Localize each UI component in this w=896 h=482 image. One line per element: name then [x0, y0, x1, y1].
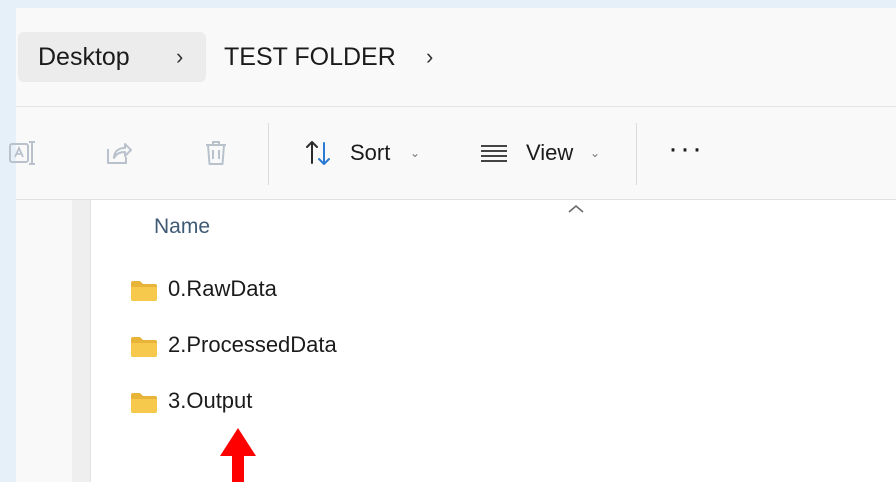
file-explorer-window: Desktop › TEST FOLDER › Sort ⌄ View ⌄ ··…	[9, 8, 896, 482]
name-column-header[interactable]: Name	[154, 215, 210, 239]
navigation-pane[interactable]	[16, 200, 72, 482]
navigation-pane-scrollbar[interactable]	[72, 200, 91, 482]
sort-button[interactable]: Sort	[350, 137, 390, 169]
list-item[interactable]: 2.ProcessedData	[126, 326, 526, 366]
command-bar: Sort ⌄ View ⌄ ···	[9, 107, 896, 200]
toolbar-divider	[268, 123, 269, 185]
sort-icon[interactable]	[302, 137, 334, 169]
toolbar-divider	[636, 123, 637, 185]
file-name: 3.Output	[168, 388, 253, 413]
breadcrumb-test-folder[interactable]: TEST FOLDER	[224, 32, 396, 82]
rename-icon[interactable]	[6, 137, 38, 169]
more-options-button[interactable]: ···	[668, 134, 704, 164]
breadcrumb-separator[interactable]: ›	[426, 32, 433, 82]
file-name: 2.ProcessedData	[168, 332, 337, 357]
sort-caret-icon	[568, 204, 584, 213]
folder-icon	[131, 393, 157, 413]
list-item[interactable]: 0.RawData	[126, 270, 526, 310]
folder-icon	[131, 281, 157, 301]
delete-icon[interactable]	[200, 137, 232, 169]
folder-icon	[131, 337, 157, 357]
view-icon[interactable]	[478, 137, 510, 169]
breadcrumb-desktop[interactable]: Desktop	[38, 32, 130, 82]
address-bar[interactable]: Desktop › TEST FOLDER ›	[16, 8, 896, 107]
sort-dropdown-chevron-icon[interactable]: ⌄	[410, 137, 420, 169]
share-icon[interactable]	[102, 137, 134, 169]
list-item[interactable]: 3.Output	[126, 382, 526, 422]
annotation-arrow-icon	[220, 428, 256, 482]
view-dropdown-chevron-icon[interactable]: ⌄	[590, 137, 600, 169]
breadcrumb-separator[interactable]: ›	[176, 32, 183, 82]
file-name: 0.RawData	[168, 276, 277, 301]
view-button[interactable]: View	[526, 137, 573, 169]
